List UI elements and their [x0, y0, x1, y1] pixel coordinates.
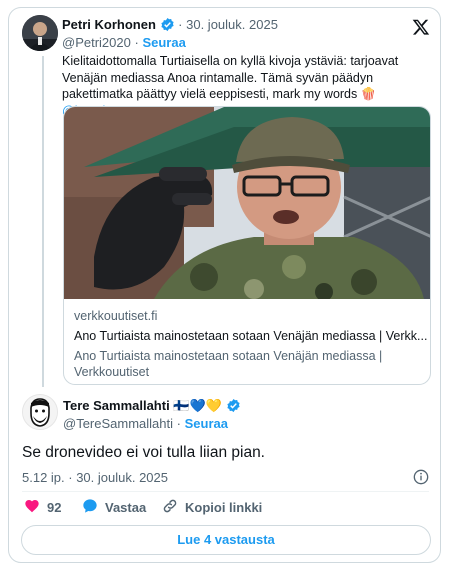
quoted-author-name[interactable]: Petri Korhonen	[62, 17, 156, 32]
quoted-handle-sep: ·	[134, 35, 139, 50]
link-card-description: Ano Turtiaista mainostetaan sotaan Venäj…	[74, 348, 382, 380]
copy-link-label: Kopioi linkki	[185, 500, 263, 515]
quoted-text-line-1: Kielitaidottomalla Turtiaisella on kyllä…	[62, 54, 399, 68]
quoted-header: Petri Korhonen · 30. jouluk. 2025	[62, 17, 278, 35]
reply-header: Tere Sammallahti 🇫🇮💙💛	[63, 398, 241, 416]
reply-author-flags: 🇫🇮💙💛	[173, 398, 222, 413]
link-card-body: verkkouutiset.fi Ano Turtiaista mainoste…	[64, 299, 430, 384]
quoted-date[interactable]: 30. jouluk. 2025	[186, 17, 278, 32]
avatar-petri[interactable]	[22, 15, 58, 51]
quoted-follow-button[interactable]: Seuraa	[142, 35, 185, 50]
heart-icon	[24, 498, 40, 517]
quoted-date-sep: ·	[178, 17, 183, 32]
like-count: 92	[47, 500, 62, 515]
quoted-subheader: @Petri2020 · Seuraa	[62, 35, 186, 50]
read-replies-button[interactable]: Lue 4 vastausta	[21, 525, 431, 555]
quoted-handle[interactable]: @Petri2020	[62, 35, 131, 50]
thread-connector	[42, 56, 44, 387]
reply-timestamp[interactable]: 5.12 ip. · 30. jouluk. 2025	[22, 470, 168, 485]
popcorn-emoji: 🍿	[360, 87, 377, 101]
link-card-desc-line-2: Verkkouutiset	[74, 365, 150, 379]
reply-author-name[interactable]: Tere Sammallahti	[63, 398, 170, 413]
reply-follow-button[interactable]: Seuraa	[185, 416, 228, 431]
quoted-text-line-3: pakettimatka päättyy vielä eeppisesti, m…	[62, 87, 358, 101]
reply-handle[interactable]: @TereSammallahti	[63, 416, 173, 431]
verified-badge-icon	[226, 398, 241, 416]
link-card[interactable]: verkkouutiset.fi Ano Turtiaista mainoste…	[63, 106, 431, 385]
like-action[interactable]: 92	[24, 498, 61, 517]
reply-text: Se dronevideo ei voi tulla liian pian.	[22, 444, 265, 461]
embedded-tweet-card: Petri Korhonen · 30. jouluk. 2025 @Petri…	[8, 7, 441, 563]
avatar-tere[interactable]	[22, 394, 58, 430]
reply-action[interactable]: Vastaa	[82, 498, 146, 517]
reply-subheader: @TereSammallahti · Seuraa	[63, 416, 228, 431]
link-card-desc-line-1: Ano Turtiaista mainostetaan sotaan Venäj…	[74, 349, 383, 363]
link-card-domain: verkkouutiset.fi	[74, 309, 158, 323]
link-card-title: Ano Turtiaista mainostetaan sotaan Venäj…	[74, 329, 428, 343]
copy-link-action[interactable]: Kopioi linkki	[162, 498, 262, 517]
divider	[22, 491, 429, 492]
reply-label: Vastaa	[105, 500, 147, 515]
quoted-text-line-2: Venäjän mediassa Anoa rintamalle. Tämä s…	[62, 70, 374, 85]
reply-handle-sep: ·	[176, 416, 181, 431]
verified-badge-icon	[160, 17, 175, 35]
x-logo-icon[interactable]	[412, 18, 430, 41]
info-icon[interactable]	[413, 469, 429, 490]
link-icon	[162, 498, 178, 517]
link-card-image	[64, 107, 430, 299]
reply-bubble-icon	[82, 498, 98, 517]
